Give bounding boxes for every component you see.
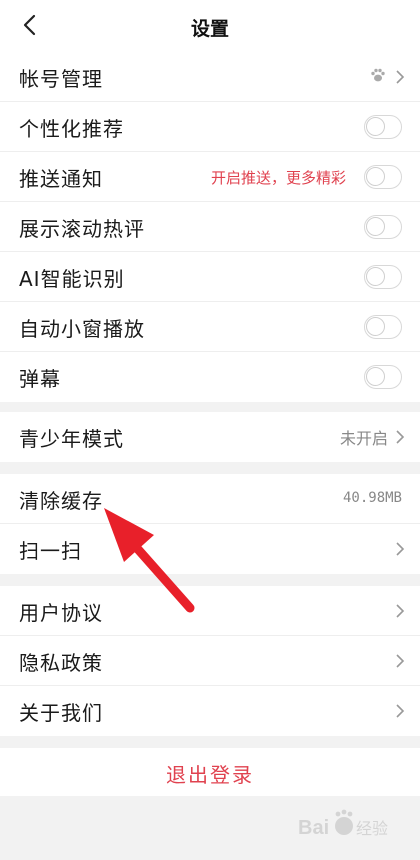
danmaku-label: 弹幕 — [19, 367, 61, 391]
clear-cache-label: 清除缓存 — [19, 489, 103, 513]
settings-section-about: 用户协议 隐私政策 关于我们 — [0, 586, 420, 736]
scroll-comments-row: 展示滚动热评 — [0, 202, 420, 252]
scroll-comments-toggle[interactable] — [364, 215, 402, 239]
scan-label: 扫一扫 — [19, 539, 82, 563]
settings-section-general: 帐号管理 个性化推荐 推送通知 开启推送，更多精彩 展示滚动热评 AI智能识别 … — [0, 52, 420, 402]
ai-recognition-toggle[interactable] — [364, 265, 402, 289]
user-agreement-row[interactable]: 用户协议 — [0, 586, 420, 636]
personal-recommend-toggle[interactable] — [364, 115, 402, 139]
toggle-knob — [366, 367, 385, 386]
page-title: 设置 — [190, 18, 229, 40]
ai-recognition-row: AI智能识别 — [0, 252, 420, 302]
personal-recommend-row: 个性化推荐 — [0, 102, 420, 152]
teen-mode-status: 未开启 — [339, 429, 388, 448]
teen-mode-row[interactable]: 青少年模式 未开启 — [0, 412, 420, 462]
scroll-comments-label: 展示滚动热评 — [19, 217, 145, 241]
chevron-right-icon — [396, 70, 405, 84]
mini-window-row: 自动小窗播放 — [0, 302, 420, 352]
chevron-right-icon — [396, 704, 405, 718]
cache-size-value: 40.98MB — [342, 490, 402, 506]
nav-header: 设置 — [0, 0, 420, 52]
logout-button[interactable]: 退出登录 — [0, 748, 420, 796]
scan-row[interactable]: 扫一扫 — [0, 524, 420, 574]
toggle-knob — [366, 167, 385, 186]
push-notification-toggle[interactable] — [364, 165, 402, 189]
danmaku-toggle[interactable] — [364, 365, 402, 389]
privacy-policy-row[interactable]: 隐私政策 — [0, 636, 420, 686]
mini-window-toggle[interactable] — [364, 315, 402, 339]
svg-text:Bai: Bai — [298, 817, 329, 839]
settings-section-tools: 清除缓存 40.98MB 扫一扫 — [0, 474, 420, 574]
account-management-label: 帐号管理 — [19, 67, 103, 91]
user-agreement-label: 用户协议 — [19, 601, 103, 625]
push-notification-row: 推送通知 开启推送，更多精彩 — [0, 152, 420, 202]
svg-text:经验: 经验 — [356, 819, 388, 838]
paw-icon — [371, 68, 385, 82]
baidu-jingyan-watermark-icon: Bai 经验 — [298, 809, 388, 839]
chevron-right-icon — [396, 542, 405, 556]
chevron-right-icon — [396, 654, 405, 668]
push-promo-text: 开启推送，更多精彩 — [210, 169, 346, 187]
privacy-policy-label: 隐私政策 — [19, 651, 103, 675]
mini-window-label: 自动小窗播放 — [19, 317, 145, 341]
chevron-right-icon — [396, 604, 405, 618]
settings-section-teen: 青少年模式 未开启 — [0, 412, 420, 462]
personal-recommend-label: 个性化推荐 — [19, 117, 124, 141]
push-notification-label: 推送通知 — [19, 167, 103, 191]
ai-recognition-label: AI智能识别 — [19, 267, 125, 291]
account-management-row[interactable]: 帐号管理 — [0, 52, 420, 102]
toggle-knob — [366, 117, 385, 136]
logout-label: 退出登录 — [166, 763, 254, 787]
clear-cache-row[interactable]: 清除缓存 40.98MB — [0, 474, 420, 524]
about-us-label: 关于我们 — [19, 701, 103, 725]
teen-mode-label: 青少年模式 — [19, 427, 124, 451]
toggle-knob — [366, 267, 385, 286]
danmaku-row: 弹幕 — [0, 352, 420, 402]
toggle-knob — [366, 217, 385, 236]
toggle-knob — [366, 317, 385, 336]
about-us-row[interactable]: 关于我们 — [0, 686, 420, 736]
chevron-right-icon — [396, 430, 405, 444]
